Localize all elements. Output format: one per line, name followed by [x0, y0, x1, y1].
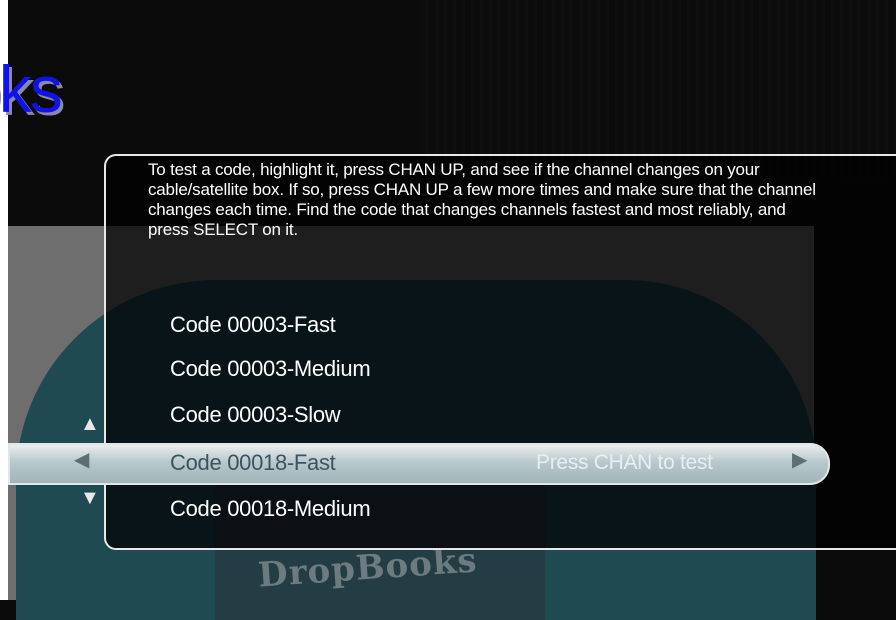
- background-texture: [420, 0, 896, 180]
- instructions-text: To test a code, highlight it, press CHAN…: [148, 160, 816, 239]
- nav-right-icon[interactable]: ▶: [792, 450, 807, 470]
- code-option-00003-slow[interactable]: Code 00003-Slow: [170, 402, 341, 428]
- code-option-00003-medium[interactable]: Code 00003-Medium: [170, 356, 371, 382]
- scroll-down-icon[interactable]: ▼: [80, 488, 100, 508]
- nav-left-icon[interactable]: ◀: [74, 450, 89, 470]
- scroll-up-icon[interactable]: ▲: [80, 414, 100, 434]
- page-title: oks: [0, 52, 63, 126]
- code-option-00003-fast[interactable]: Code 00003-Fast: [170, 312, 336, 338]
- code-option-00018-fast[interactable]: Code 00018-Fast: [170, 450, 336, 476]
- press-chan-hint: Press CHAN to test: [536, 451, 713, 474]
- code-option-00018-medium[interactable]: Code 00018-Medium: [170, 496, 371, 522]
